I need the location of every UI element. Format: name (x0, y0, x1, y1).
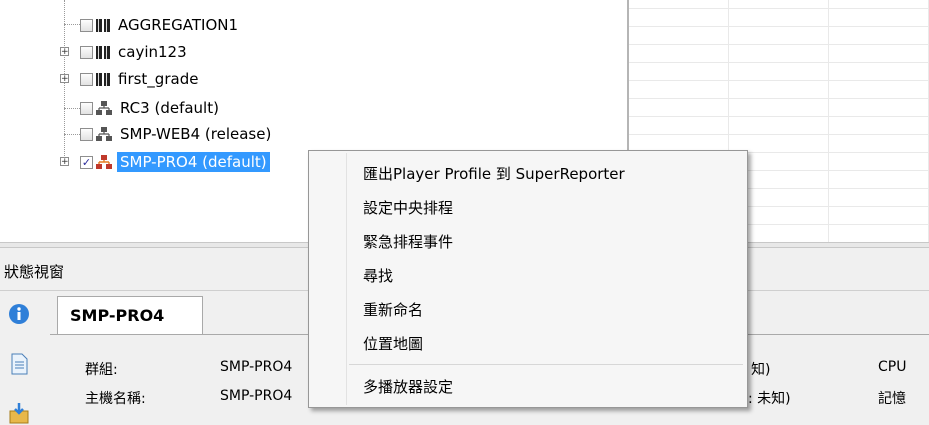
expand-icon[interactable]: + (60, 47, 69, 57)
status-window-title: 狀態視窗 (4, 263, 65, 281)
menu-separator (349, 364, 743, 365)
tree-item-label: first_grade (118, 70, 199, 88)
status-side-toolbar (0, 291, 50, 425)
menu-item-multi-player-settings[interactable]: 多播放器設定 (363, 376, 453, 397)
context-menu: 匯出Player Profile 到 SuperReporter 設定中央排程 … (308, 150, 748, 408)
network-icon (96, 126, 112, 141)
menu-item-export-profile[interactable]: 匯出Player Profile 到 SuperReporter (363, 163, 625, 184)
tree-item-label: cayin123 (118, 43, 187, 61)
download-icon[interactable] (8, 403, 30, 425)
tree-item-rc3[interactable]: RC3 (default) (80, 97, 222, 119)
document-icon[interactable] (8, 353, 30, 375)
tree-item-label: SMP-PRO4 (default) (117, 152, 270, 172)
tree-item-smp-pro4[interactable]: ✓ SMP-PRO4 (default) (80, 151, 270, 173)
tree-checkbox[interactable] (80, 18, 93, 32)
book-icon (96, 72, 110, 86)
tree-item-first-grade[interactable]: first_grade (80, 68, 201, 90)
host-value: SMP-PRO4 (220, 388, 293, 404)
tree-item-label: AGGREGATION1 (118, 16, 239, 34)
tree-item-smp-web4[interactable]: SMP-WEB4 (release) (80, 123, 274, 145)
expand-icon[interactable]: + (60, 157, 69, 167)
menu-item-rename[interactable]: 重新命名 (363, 299, 423, 320)
memory-label: 記憶 (878, 391, 906, 407)
cpu-label: CPU (878, 359, 907, 375)
tree-item-label: SMP-WEB4 (release) (120, 125, 272, 143)
menu-item-find[interactable]: 尋找 (363, 265, 393, 286)
group-label: 群組: (85, 362, 118, 378)
network-icon (96, 154, 112, 169)
tree-checkbox-checked[interactable]: ✓ (80, 155, 93, 169)
tree-checkbox[interactable] (80, 127, 93, 141)
tree-checkbox[interactable] (80, 45, 93, 59)
tree-connector (64, 134, 80, 135)
network-icon (96, 100, 112, 115)
book-icon (96, 45, 110, 59)
tree-checkbox[interactable] (80, 101, 93, 115)
status-value-partial: 知) (751, 362, 771, 378)
tree-item-aggregation1[interactable]: AGGREGATION1 (80, 14, 241, 36)
group-value: SMP-PRO4 (220, 359, 293, 375)
menu-item-emergency-event[interactable]: 緊急排程事件 (363, 231, 453, 252)
tree-checkbox[interactable] (80, 72, 93, 86)
book-icon (96, 18, 110, 32)
info-icon[interactable] (8, 303, 30, 325)
tree-connector (64, 24, 80, 25)
menu-item-central-schedule[interactable]: 設定中央排程 (363, 197, 453, 218)
host-label: 主機名稱: (85, 391, 146, 407)
menu-item-location-map[interactable]: 位置地圖 (363, 333, 423, 354)
tab-smp-pro4[interactable]: SMP-PRO4 (57, 296, 203, 334)
tree-item-label: RC3 (default) (120, 99, 219, 117)
tree-connector (64, 108, 80, 109)
expand-icon[interactable]: + (60, 74, 69, 84)
tree-item-cayin123[interactable]: cayin123 (80, 41, 190, 63)
status-value-partial: : 未知) (748, 391, 791, 407)
